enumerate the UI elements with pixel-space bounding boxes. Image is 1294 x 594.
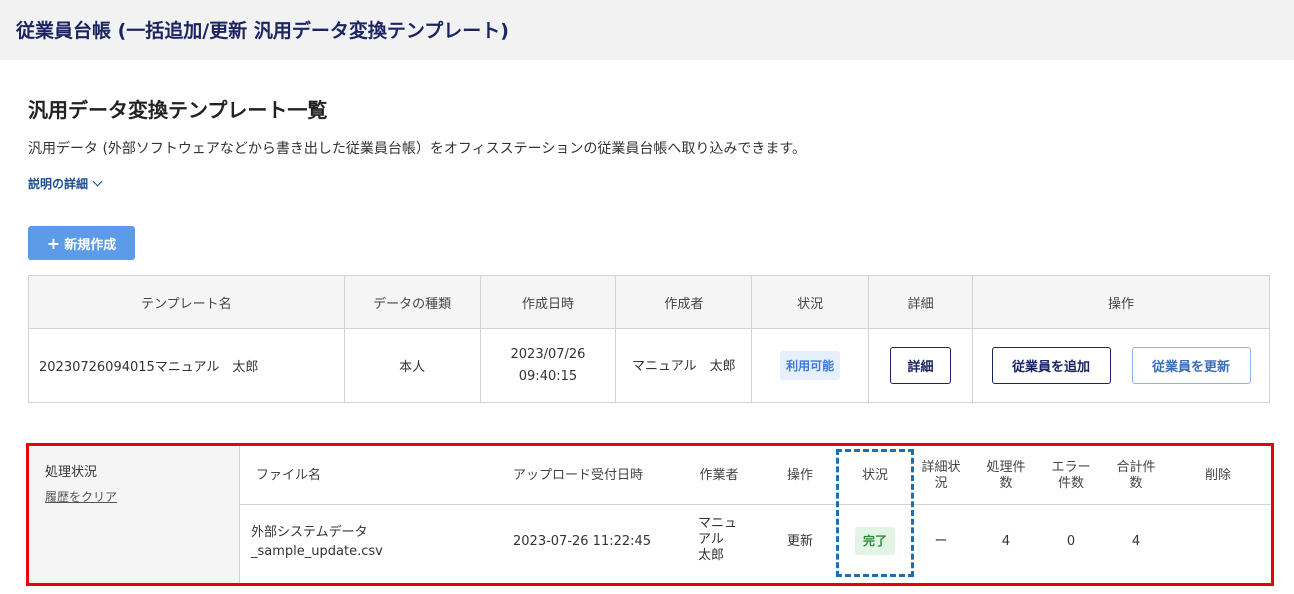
col-total-count: 合計件 数 bbox=[1109, 460, 1163, 492]
file-name-line1: 外部システムデータ bbox=[251, 525, 368, 540]
uploaded-at: 2023-07-26 11:22:45 bbox=[513, 534, 652, 549]
col-operation: 操作 bbox=[786, 468, 813, 483]
new-template-button[interactable]: + 新規作成 bbox=[28, 226, 135, 260]
status-highlight-box bbox=[836, 449, 914, 577]
worker-line2: アル bbox=[698, 532, 724, 547]
col-data-type: データの種類 bbox=[343, 275, 481, 329]
processing-status-panel: 処理状況 履歴をクリア ファイル名 アップロード受付日時 作業者 操作 状況 詳… bbox=[26, 443, 1274, 586]
created-time: 09:40:15 bbox=[518, 368, 578, 384]
operation: 更新 bbox=[786, 534, 813, 549]
creator: マニュアル 太郎 bbox=[615, 328, 753, 403]
file-name-line2: _sample_update.csv bbox=[251, 544, 383, 559]
col-detail-status-line2: 況 bbox=[934, 476, 948, 491]
col-processed-line1: 処理件 bbox=[986, 460, 1026, 475]
worker-line1: マニュ bbox=[698, 516, 738, 531]
processing-label: 処理状況 bbox=[45, 465, 98, 480]
header-title: 従業員台帳 (一括追加/更新 汎用データ変換テンプレート) bbox=[16, 20, 509, 42]
processed-count: 4 bbox=[1001, 534, 1011, 549]
error-count: 0 bbox=[1066, 534, 1076, 549]
header-bar: 従業員台帳 (一括追加/更新 汎用データ変換テンプレート) bbox=[0, 0, 1294, 60]
description-detail-toggle[interactable]: 説明の詳細 bbox=[28, 175, 103, 192]
add-employee-button[interactable]: 従業員を追加 bbox=[991, 347, 1111, 384]
new-button-label: 新規作成 bbox=[64, 237, 117, 253]
file-name: 外部システムデータ _sample_update.csv bbox=[251, 523, 383, 561]
col-detail-status-line1: 詳細状 bbox=[921, 460, 961, 475]
page-title: 汎用データ変換テンプレート一覧 bbox=[28, 98, 328, 122]
detail-button[interactable]: 詳細 bbox=[890, 347, 952, 384]
clear-history-link[interactable]: 履歴をクリア bbox=[45, 488, 117, 505]
header-divider bbox=[240, 504, 1271, 505]
detail-status: ー bbox=[934, 534, 948, 549]
worker: マニュ アル 太郎 bbox=[698, 516, 737, 564]
col-errors-line1: エラー bbox=[1051, 460, 1091, 475]
col-error-count: エラー 件数 bbox=[1044, 460, 1098, 492]
col-operations: 操作 bbox=[972, 275, 1270, 329]
status-cell: 利用可能 bbox=[751, 328, 870, 403]
template-table-header: テンプレート名 データの種類 作成日時 作成者 状況 詳細 操作 bbox=[28, 275, 1270, 329]
col-template-name: テンプレート名 bbox=[28, 275, 345, 329]
col-status: 状況 bbox=[751, 275, 870, 329]
status-badge: 利用可能 bbox=[780, 351, 841, 380]
table-row: 20230726094015マニュアル 太郎 本人 2023/07/26 09:… bbox=[28, 328, 1270, 403]
created-date: 2023/07/26 bbox=[510, 346, 586, 362]
col-detail-status: 詳細状 況 bbox=[914, 460, 968, 492]
detail-link-label: 説明の詳細 bbox=[28, 177, 89, 191]
col-creator: 作成者 bbox=[615, 275, 753, 329]
detail-cell: 詳細 bbox=[868, 328, 974, 403]
col-errors-line2: 件数 bbox=[1057, 476, 1084, 491]
plus-icon: + bbox=[46, 233, 61, 253]
chevron-down-icon bbox=[92, 176, 103, 187]
created-at: 2023/07/26 09:40:15 bbox=[479, 328, 617, 403]
processing-sidebar: 処理状況 履歴をクリア bbox=[29, 446, 240, 583]
col-total-line2: 数 bbox=[1129, 476, 1143, 491]
data-type: 本人 bbox=[343, 328, 481, 403]
col-file-name: ファイル名 bbox=[256, 468, 322, 483]
template-table: テンプレート名 データの種類 作成日時 作成者 状況 詳細 操作 2023072… bbox=[28, 275, 1270, 403]
col-worker: 作業者 bbox=[699, 468, 739, 483]
col-processed-line2: 数 bbox=[999, 476, 1013, 491]
col-delete: 削除 bbox=[1204, 468, 1231, 483]
total-count: 4 bbox=[1131, 534, 1141, 549]
col-total-line1: 合計件 bbox=[1116, 460, 1156, 475]
template-name: 20230726094015マニュアル 太郎 bbox=[28, 328, 345, 403]
col-processed-count: 処理件 数 bbox=[979, 460, 1033, 492]
col-created-at: 作成日時 bbox=[479, 275, 617, 329]
page-description: 汎用データ (外部ソフトウェアなどから書き出した従業員台帳）をオフィスステーショ… bbox=[28, 141, 806, 157]
col-detail: 詳細 bbox=[868, 275, 974, 329]
col-uploaded-at: アップロード受付日時 bbox=[513, 468, 644, 483]
operations-cell: 従業員を追加 従業員を更新 bbox=[972, 328, 1270, 403]
update-employee-button[interactable]: 従業員を更新 bbox=[1131, 347, 1251, 384]
worker-line3: 太郎 bbox=[698, 548, 725, 563]
